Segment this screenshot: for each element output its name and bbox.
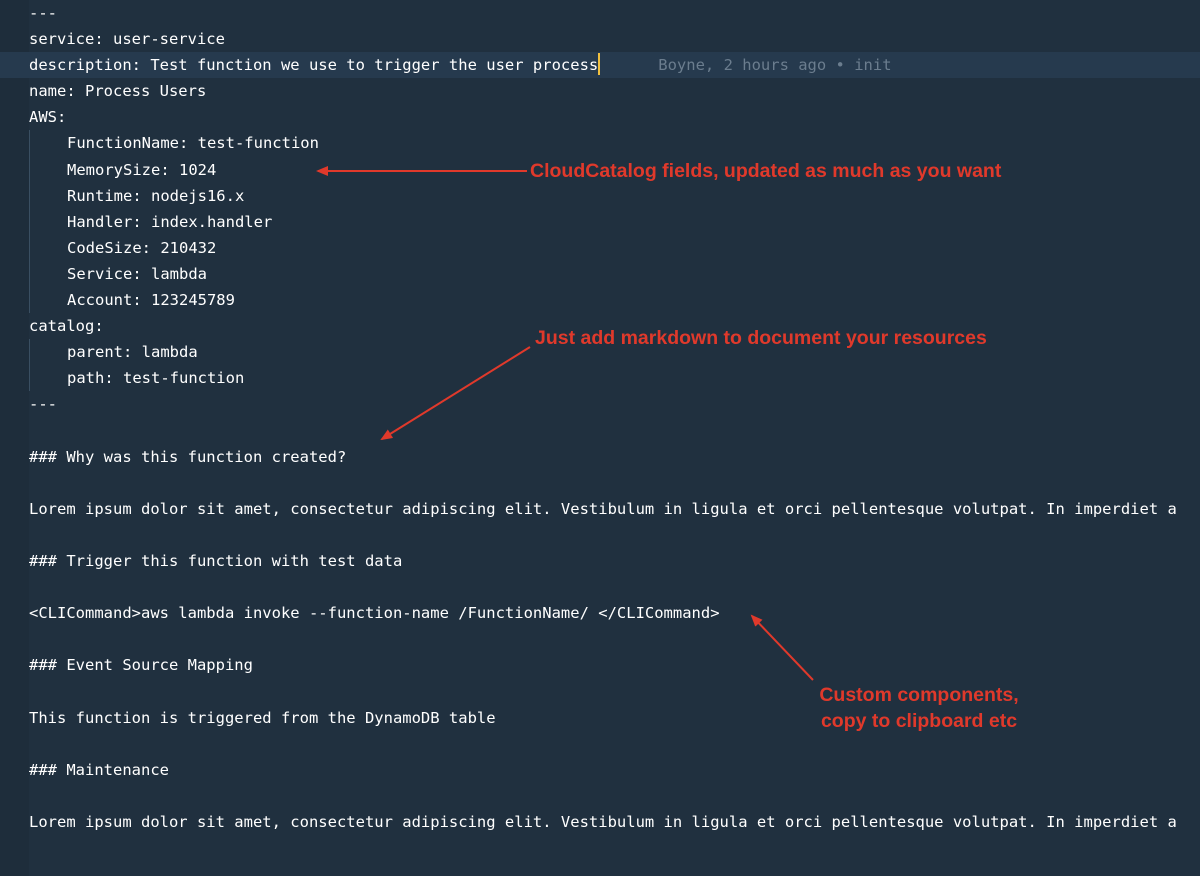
annotation-markdown: Just add markdown to document your resou…	[535, 327, 987, 349]
code-line[interactable]: Runtime: nodejs16.x	[0, 182, 1200, 209]
indent-guide	[29, 130, 67, 157]
code-line[interactable]: path: test-function	[0, 365, 1200, 392]
indent-guide	[29, 208, 67, 235]
code-line[interactable]: ### Maintenance	[0, 757, 1200, 783]
code-text: Handler: index.handler	[67, 212, 273, 231]
code-line[interactable]	[0, 574, 1200, 600]
code-text: This function is triggered from the Dyna…	[29, 708, 496, 727]
code-line[interactable]: service: user-service	[0, 26, 1200, 52]
git-blame-annotation: Boyne, 2 hours ago • init	[658, 56, 892, 75]
code-text: FunctionName: test-function	[67, 134, 319, 153]
annotation-components-line1: Custom components,	[819, 684, 1019, 706]
code-line[interactable]: Service: lambda	[0, 260, 1200, 288]
code-text: Service: lambda	[67, 264, 207, 283]
code-text: CodeSize: 210432	[67, 238, 217, 257]
annotation-fields: CloudCatalog fields, updated as much as …	[530, 160, 1002, 182]
code-line[interactable]	[0, 731, 1200, 757]
code-line[interactable]: ---	[0, 0, 1200, 26]
code-text: Lorem ipsum dolor sit amet, consectetur …	[29, 812, 1177, 831]
code-line[interactable]: ### Trigger this function with test data	[0, 548, 1200, 574]
code-text: ### Why was this function created?	[29, 447, 347, 466]
code-text: <CLICommand>aws lambda invoke --function…	[29, 604, 720, 623]
code-text: name: Process Users	[29, 82, 207, 101]
code-text: MemorySize: 1024	[67, 160, 217, 179]
code-line[interactable]: Handler: index.handler	[0, 208, 1200, 235]
indent-guide	[29, 234, 67, 261]
code-line[interactable]	[0, 783, 1200, 809]
code-line[interactable]: name: Process Users	[0, 78, 1200, 104]
code-line[interactable]: Lorem ipsum dolor sit amet, consectetur …	[0, 809, 1200, 835]
code-editor[interactable]: --- service: user-service description: Tes…	[0, 0, 1200, 876]
indent-guide	[29, 182, 67, 209]
code-text: ### Event Source Mapping	[29, 656, 253, 675]
code-line[interactable]: ---	[0, 391, 1200, 417]
code-line[interactable]: AWS:	[0, 104, 1200, 130]
indent-guide	[29, 260, 67, 288]
code-line[interactable]: Account: 123245789	[0, 287, 1200, 314]
code-text: Runtime: nodejs16.x	[67, 186, 245, 205]
code-text: catalog:	[29, 317, 104, 336]
code-line[interactable]: <CLICommand>aws lambda invoke --function…	[0, 600, 1200, 626]
code-line[interactable]	[0, 626, 1200, 652]
indent-guide	[29, 339, 67, 366]
code-line[interactable]: description: Test function we use to tri…	[0, 52, 1200, 79]
code-line[interactable]	[0, 470, 1200, 496]
annotation-components: Custom components, copy to clipboard etc	[805, 682, 1033, 734]
code-text: service: user-service	[29, 30, 225, 49]
code-line[interactable]: ### Event Source Mapping	[0, 652, 1200, 678]
code-text: description: Test function we use to tri…	[29, 56, 599, 75]
code-text: ### Trigger this function with test data	[29, 551, 403, 570]
code-line[interactable]: Lorem ipsum dolor sit amet, consectetur …	[0, 496, 1200, 522]
indent-guide	[29, 156, 67, 183]
code-line[interactable]	[0, 418, 1200, 444]
code-text: parent: lambda	[67, 343, 198, 362]
annotation-components-line2: copy to clipboard etc	[820, 710, 1018, 732]
code-text: ### Maintenance	[29, 760, 169, 779]
code-text: ---	[29, 4, 57, 22]
text-cursor	[598, 53, 601, 76]
indent-guide	[29, 287, 67, 314]
code-text: Lorem ipsum dolor sit amet, consectetur …	[29, 499, 1177, 518]
code-line[interactable]: FunctionName: test-function	[0, 130, 1200, 157]
indent-guide	[29, 365, 67, 392]
code-text: path: test-function	[67, 369, 245, 388]
code-text: AWS:	[29, 108, 67, 127]
code-line[interactable]	[0, 522, 1200, 548]
code-line[interactable]: ### Why was this function created?	[0, 444, 1200, 470]
code-line[interactable]: CodeSize: 210432	[0, 234, 1200, 261]
code-text: Account: 123245789	[67, 291, 235, 310]
code-text: ---	[29, 395, 57, 414]
